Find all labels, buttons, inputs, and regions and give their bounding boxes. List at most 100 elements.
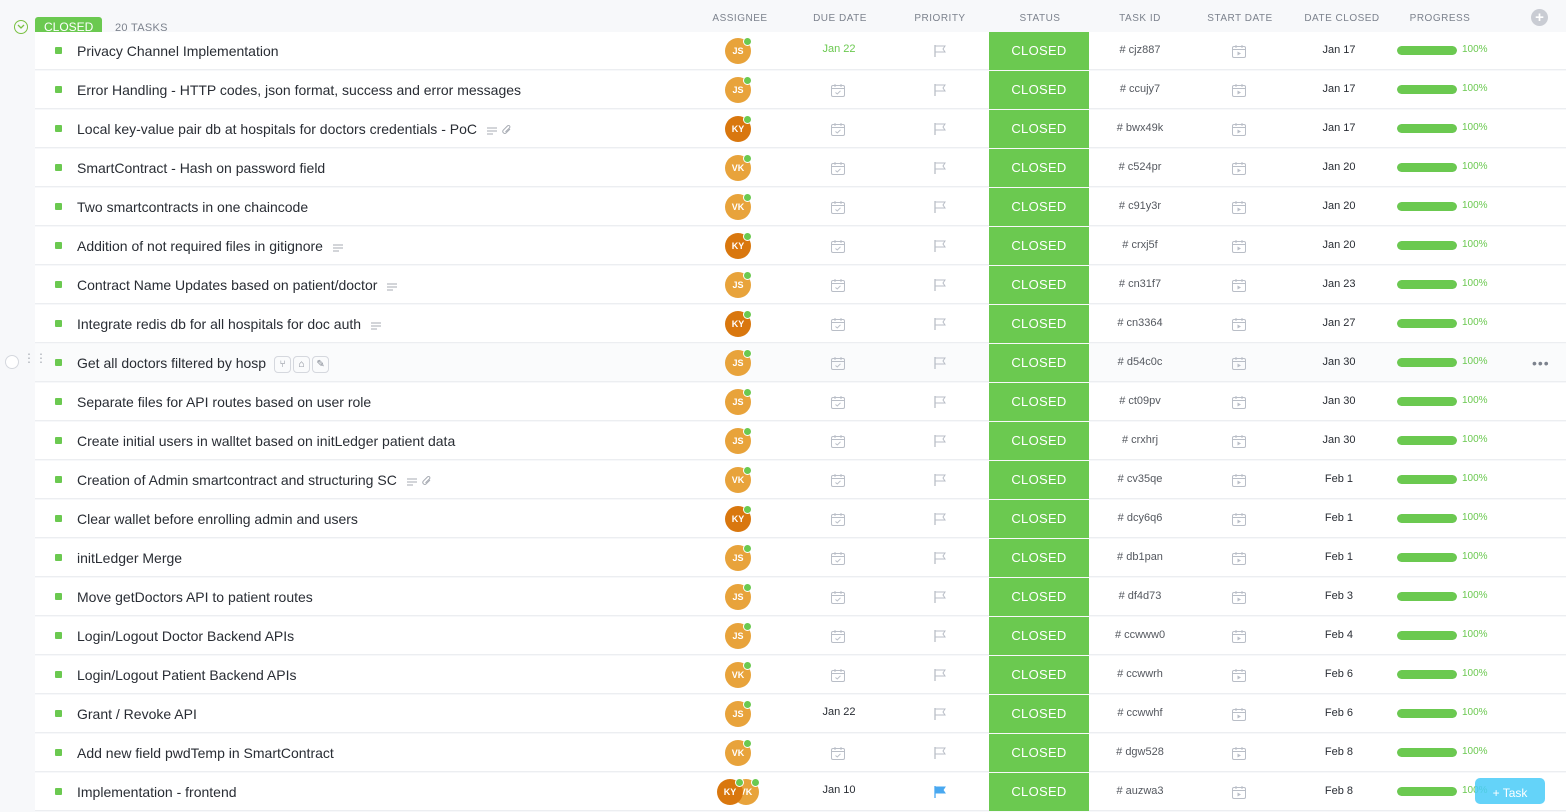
task-status-square[interactable]	[55, 632, 62, 639]
start-date-calendar-icon[interactable]	[1231, 161, 1247, 181]
task-name-text[interactable]: SmartContract - Hash on password field	[77, 160, 325, 176]
priority-flag-icon[interactable]	[933, 668, 947, 687]
assignee-avatar[interactable]: VK	[725, 154, 752, 181]
start-date-calendar-icon[interactable]	[1231, 746, 1247, 766]
status-cell[interactable]: CLOSED	[989, 500, 1089, 538]
task-row[interactable]: Login/Logout Patient Backend APIs VK CLOSE…	[35, 656, 1566, 694]
priority-flag-icon[interactable]	[933, 629, 947, 648]
tag-icon[interactable]: ⌂	[293, 356, 311, 374]
task-name-text[interactable]: Separate files for API routes based on u…	[77, 394, 371, 410]
priority-flag-icon[interactable]	[933, 785, 947, 804]
task-name[interactable]: SmartContract - Hash on password field	[77, 160, 325, 176]
assignee-avatar[interactable]: VK	[725, 466, 752, 493]
assignee-avatar[interactable]: JS	[725, 37, 752, 64]
task-row[interactable]: Login/Logout Doctor Backend APIs JS CLOSED…	[35, 617, 1566, 655]
priority-flag-icon[interactable]	[933, 434, 947, 453]
task-id[interactable]: # cv35qe	[1089, 473, 1191, 485]
due-date-calendar-icon[interactable]	[830, 161, 846, 181]
due-date-calendar-icon[interactable]	[830, 668, 846, 688]
column-header-task-id[interactable]: TASK ID	[1100, 13, 1180, 24]
column-header-due-date[interactable]: DUE DATE	[800, 13, 880, 24]
subtask-icon[interactable]: ⑂	[274, 356, 292, 374]
task-status-square[interactable]	[55, 164, 62, 171]
task-name[interactable]: Create initial users in walltet based on…	[77, 433, 455, 449]
status-cell[interactable]: CLOSED	[989, 734, 1089, 772]
column-header-status[interactable]: STATUS	[1000, 13, 1080, 24]
assignee-avatar[interactable]: JS	[725, 544, 752, 571]
task-status-square[interactable]	[55, 554, 62, 561]
assignee-avatar[interactable]: VK	[725, 739, 752, 766]
task-name-text[interactable]: Create initial users in walltet based on…	[77, 433, 455, 449]
task-name[interactable]: Error Handling - HTTP codes, json format…	[77, 82, 521, 98]
task-id[interactable]: # crxhrj	[1089, 434, 1191, 446]
assignee-avatar[interactable]: KY	[717, 778, 744, 805]
task-id[interactable]: # db1pan	[1089, 551, 1191, 563]
task-id[interactable]: # ccwww0	[1089, 629, 1191, 641]
start-date-calendar-icon[interactable]	[1231, 200, 1247, 220]
priority-flag-icon[interactable]	[933, 200, 947, 219]
task-id[interactable]: # cn31f7	[1089, 278, 1191, 290]
status-cell[interactable]: CLOSED	[989, 617, 1089, 655]
due-date-calendar-icon[interactable]	[830, 356, 846, 376]
task-row[interactable]: ⋮⋮ Get all doctors filtered by hosp ⑂ ⌂ ✎ JS C…	[5, 344, 1566, 382]
column-header-priority[interactable]: PRIORITY	[900, 13, 980, 24]
due-date[interactable]: Jan 10	[799, 784, 879, 796]
start-date-calendar-icon[interactable]	[1231, 122, 1247, 142]
column-header-assignee[interactable]: ASSIGNEE	[700, 13, 780, 24]
due-date[interactable]: Jan 22	[799, 43, 879, 55]
status-cell[interactable]: CLOSED	[989, 773, 1089, 811]
start-date-calendar-icon[interactable]	[1231, 356, 1247, 376]
priority-flag-icon[interactable]	[933, 317, 947, 336]
due-date-calendar-icon[interactable]	[830, 551, 846, 571]
task-status-square[interactable]	[55, 710, 62, 717]
priority-flag-icon[interactable]	[933, 707, 947, 726]
status-cell[interactable]: CLOSED	[989, 461, 1089, 499]
task-id[interactable]: # crxj5f	[1089, 239, 1191, 251]
assignee-avatar[interactable]: VK	[725, 193, 752, 220]
task-row[interactable]: Integrate redis db for all hospitals for…	[35, 305, 1566, 343]
assignee-avatar[interactable]: VK	[725, 661, 752, 688]
task-name[interactable]: Contract Name Updates based on patient/d…	[77, 277, 398, 295]
due-date-calendar-icon[interactable]	[830, 473, 846, 493]
task-status-square[interactable]	[55, 281, 62, 288]
task-name-text[interactable]: initLedger Merge	[77, 550, 182, 566]
task-status-square[interactable]	[55, 242, 62, 249]
task-status-square[interactable]	[55, 437, 62, 444]
priority-flag-icon[interactable]	[933, 239, 947, 258]
task-status-square[interactable]	[55, 203, 62, 210]
task-row[interactable]: Addition of not required files in gitign…	[35, 227, 1566, 265]
due-date-calendar-icon[interactable]	[830, 434, 846, 454]
start-date-calendar-icon[interactable]	[1231, 590, 1247, 610]
assignee-avatar[interactable]: JS	[725, 349, 752, 376]
task-name-text[interactable]: Move getDoctors API to patient routes	[77, 589, 313, 605]
start-date-calendar-icon[interactable]	[1231, 629, 1247, 649]
start-date-calendar-icon[interactable]	[1231, 707, 1247, 727]
task-name[interactable]: Grant / Revoke API	[77, 706, 197, 722]
priority-flag-icon[interactable]	[933, 395, 947, 414]
priority-flag-icon[interactable]	[933, 83, 947, 102]
assignee-avatar[interactable]: JS	[725, 427, 752, 454]
task-name[interactable]: Two smartcontracts in one chaincode	[77, 199, 308, 215]
task-name[interactable]: Integrate redis db for all hospitals for…	[77, 316, 382, 334]
task-status-square[interactable]	[55, 320, 62, 327]
task-status-square[interactable]	[55, 359, 62, 366]
due-date-calendar-icon[interactable]	[830, 122, 846, 142]
task-name[interactable]: Login/Logout Patient Backend APIs	[77, 667, 297, 683]
due-date-calendar-icon[interactable]	[830, 83, 846, 103]
task-status-square[interactable]	[55, 476, 62, 483]
task-row[interactable]: Separate files for API routes based on u…	[35, 383, 1566, 421]
due-date-calendar-icon[interactable]	[830, 317, 846, 337]
due-date[interactable]: Jan 22	[799, 706, 879, 718]
task-name-text[interactable]: Two smartcontracts in one chaincode	[77, 199, 308, 215]
column-header-progress[interactable]: PROGRESS	[1400, 13, 1480, 24]
task-name-text[interactable]: Add new field pwdTemp in SmartContract	[77, 745, 334, 761]
status-cell[interactable]: CLOSED	[989, 227, 1089, 265]
assignee-avatar[interactable]: JS	[725, 583, 752, 610]
task-id[interactable]: # dgw528	[1089, 746, 1191, 758]
priority-flag-icon[interactable]	[933, 473, 947, 492]
priority-flag-icon[interactable]	[933, 512, 947, 531]
task-name[interactable]: Move getDoctors API to patient routes	[77, 589, 313, 605]
drag-handle-icon[interactable]: ⋮⋮	[23, 352, 47, 364]
status-cell[interactable]: CLOSED	[989, 32, 1089, 70]
task-row[interactable]: Privacy Channel Implementation JS Jan 22 CL…	[35, 32, 1566, 70]
